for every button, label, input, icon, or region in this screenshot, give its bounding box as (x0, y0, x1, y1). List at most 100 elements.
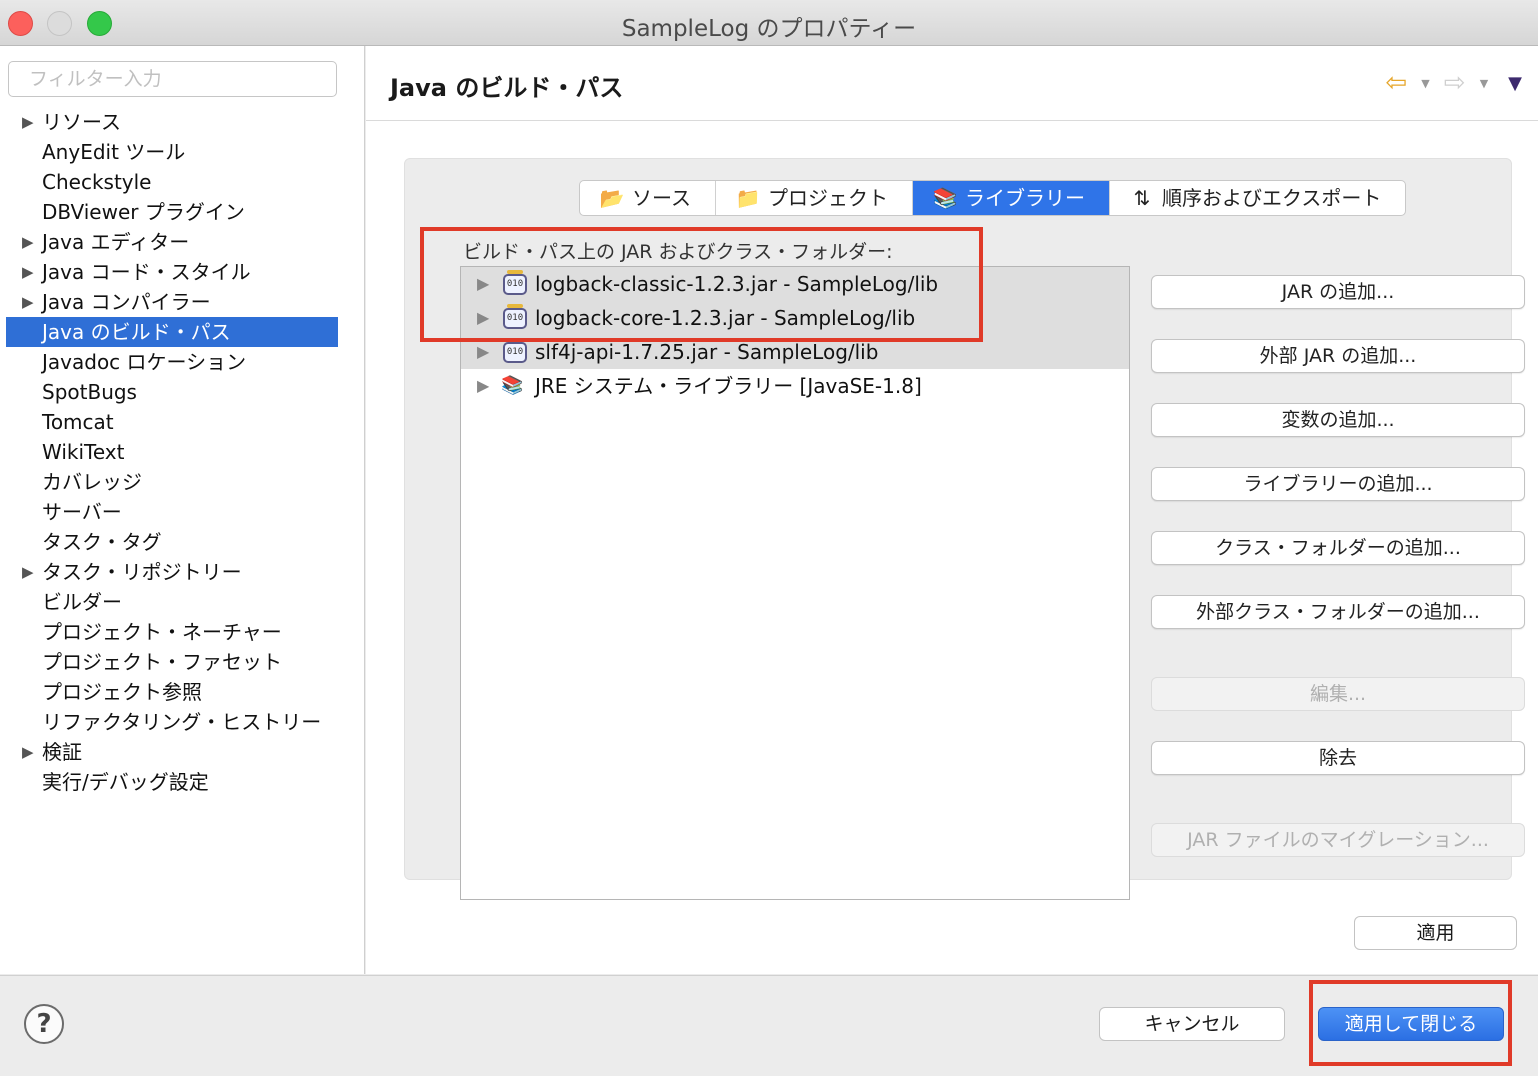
sidebar-item-label: DBViewer プラグイン (42, 200, 245, 224)
add-variable-button[interactable]: 変数の追加... (1151, 403, 1525, 437)
sidebar-item-java-code-style[interactable]: ▶ Java コード・スタイル (6, 257, 338, 287)
order-export-icon: ⇅ (1133, 186, 1151, 210)
source-folder-icon: 📂 (599, 186, 625, 210)
sidebar-item-anyedit[interactable]: AnyEdit ツール (6, 137, 338, 167)
page-title: Java のビルド・パス (390, 74, 624, 102)
jar-icon: 010 (503, 338, 527, 363)
back-arrow-icon[interactable]: ⇦ (1381, 68, 1411, 98)
add-jar-button[interactable]: JAR の追加... (1151, 275, 1525, 309)
sidebar-item-label: 検証 (42, 740, 82, 764)
sidebar-item-project-natures[interactable]: プロジェクト・ネーチャー (6, 617, 338, 647)
jre-library-icon: 📚 (501, 375, 524, 396)
page-header: Java のビルド・パス ⇦ ▼ ⇨ ▼ ▼ (366, 46, 1538, 121)
sidebar-item-label: Java コード・スタイル (42, 260, 251, 284)
sidebar-item-project-facets[interactable]: プロジェクト・ファセット (6, 647, 338, 677)
edit-button[interactable]: 編集... (1151, 677, 1525, 711)
add-class-folder-button[interactable]: クラス・フォルダーの追加... (1151, 531, 1525, 565)
sidebar-item-label: サーバー (42, 500, 122, 524)
forward-arrow-icon[interactable]: ⇨ (1440, 68, 1470, 98)
sidebar-item-label: カバレッジ (42, 470, 142, 494)
tab-label: 順序およびエクスポート (1162, 186, 1382, 210)
cancel-button[interactable]: キャンセル (1099, 1007, 1285, 1041)
sidebar-item-run-debug-settings[interactable]: 実行/デバッグ設定 (6, 767, 338, 797)
sidebar-item-wikitext[interactable]: WikiText (6, 437, 338, 467)
sidebar-item-label: 実行/デバッグ設定 (42, 770, 209, 794)
sidebar-item-spotbugs[interactable]: SpotBugs (6, 377, 338, 407)
expand-arrow-icon[interactable]: ▶ (22, 287, 34, 317)
dialog-footer: ? キャンセル 適用して閉じる (0, 975, 1538, 1076)
list-item-label: slf4j-api-1.7.25.jar - SampleLog/lib (535, 340, 879, 364)
expand-arrow-icon[interactable]: ▶ (22, 257, 34, 287)
sidebar-item-dbviewer[interactable]: DBViewer プラグイン (6, 197, 338, 227)
sidebar-item-label: Checkstyle (42, 170, 152, 194)
sidebar-item-task-repository[interactable]: ▶ タスク・リポジトリー (6, 557, 338, 587)
sidebar: ▶ リソース AnyEdit ツール Checkstyle DBViewer プラ… (0, 46, 365, 974)
expand-arrow-icon[interactable]: ▶ (22, 557, 34, 587)
add-library-button[interactable]: ライブラリーの追加... (1151, 467, 1525, 501)
sidebar-item-label: SpotBugs (42, 380, 137, 404)
sidebar-item-label: AnyEdit ツール (42, 140, 186, 164)
help-icon[interactable]: ? (24, 1004, 64, 1044)
expand-arrow-icon[interactable]: ▶ (22, 737, 34, 767)
sidebar-item-checkstyle[interactable]: Checkstyle (6, 167, 338, 197)
sidebar-item-label: WikiText (42, 440, 125, 464)
sidebar-item-java-build-path[interactable]: Java のビルド・パス (6, 317, 338, 347)
preference-tree: ▶ リソース AnyEdit ツール Checkstyle DBViewer プラ… (6, 107, 338, 797)
sidebar-item-label: ビルダー (42, 590, 122, 614)
sidebar-item-java-compiler[interactable]: ▶ Java コンパイラー (6, 287, 338, 317)
sidebar-item-resource[interactable]: ▶ リソース (6, 107, 338, 137)
view-menu-icon[interactable]: ▼ (1508, 73, 1522, 94)
sidebar-item-label: Java コンパイラー (42, 290, 211, 314)
expand-arrow-icon[interactable]: ▶ (22, 107, 34, 137)
remove-button[interactable]: 除去 (1151, 741, 1525, 775)
expand-arrow-icon[interactable]: ▶ (22, 227, 34, 257)
title-bar: SampleLog のプロパティー (0, 0, 1538, 46)
sidebar-item-refactoring-history[interactable]: リファクタリング・ヒストリー (6, 707, 338, 737)
sidebar-item-label: Javadoc ロケーション (42, 350, 247, 374)
tab-order-export[interactable]: ⇅ 順序およびエクスポート (1110, 181, 1405, 215)
library-icon: 📚 (932, 186, 958, 210)
tab-label: プロジェクト (768, 186, 888, 210)
sidebar-item-builders[interactable]: ビルダー (6, 587, 338, 617)
list-item-label: JRE システム・ライブラリー [JavaSE-1.8] (535, 374, 922, 398)
tab-bar: 📂 ソース 📁 プロジェクト 📚 ライブラリー ⇅ 順序およびエクスポート (579, 180, 1407, 216)
forward-dropdown-icon[interactable]: ▼ (1480, 77, 1488, 90)
add-external-jar-button[interactable]: 外部 JAR の追加... (1151, 339, 1525, 373)
library-list[interactable]: ▶ 010 logback-classic-1.2.3.jar - Sample… (460, 266, 1130, 900)
sidebar-item-tomcat[interactable]: Tomcat (6, 407, 338, 437)
annotation-highlight-jars (420, 227, 983, 342)
add-external-class-folder-button[interactable]: 外部クラス・フォルダーの追加... (1151, 595, 1525, 629)
sidebar-item-label: プロジェクト参照 (42, 680, 202, 704)
page-navigation: ⇦ ▼ ⇨ ▼ ▼ (1381, 68, 1522, 98)
expand-arrow-icon[interactable]: ▶ (477, 369, 489, 403)
sidebar-item-validation[interactable]: ▶ 検証 (6, 737, 338, 767)
tab-label: ライブラリー (965, 186, 1085, 210)
sidebar-item-label: Tomcat (42, 410, 114, 434)
list-item[interactable]: ▶ 📚 JRE システム・ライブラリー [JavaSE-1.8] (461, 369, 1129, 403)
sidebar-item-label: Java のビルド・パス (42, 320, 231, 344)
sidebar-item-coverage[interactable]: カバレッジ (6, 467, 338, 497)
migrate-jar-button[interactable]: JAR ファイルのマイグレーション... (1151, 823, 1525, 857)
sidebar-item-task-tags[interactable]: タスク・タグ (6, 527, 338, 557)
sidebar-item-label: プロジェクト・ファセット (42, 650, 282, 674)
tab-source[interactable]: 📂 ソース (580, 181, 716, 215)
apply-button[interactable]: 適用 (1354, 916, 1517, 950)
sidebar-item-label: Java エディター (42, 230, 190, 254)
sidebar-item-label: タスク・タグ (42, 530, 162, 554)
tab-label: ソース (632, 186, 691, 210)
filter-input[interactable] (8, 61, 337, 97)
tab-projects[interactable]: 📁 プロジェクト (716, 181, 913, 215)
sidebar-item-javadoc-location[interactable]: Javadoc ロケーション (6, 347, 338, 377)
sidebar-item-label: リファクタリング・ヒストリー (42, 710, 322, 734)
sidebar-item-label: プロジェクト・ネーチャー (42, 620, 282, 644)
sidebar-item-label: タスク・リポジトリー (42, 560, 242, 584)
tab-libraries[interactable]: 📚 ライブラリー (913, 181, 1110, 215)
project-folder-icon: 📁 (735, 186, 761, 210)
annotation-highlight-apply-close (1309, 980, 1512, 1066)
sidebar-item-project-references[interactable]: プロジェクト参照 (6, 677, 338, 707)
window-title: SampleLog のプロパティー (621, 16, 917, 42)
sidebar-item-java-editor[interactable]: ▶ Java エディター (6, 227, 338, 257)
sidebar-item-server[interactable]: サーバー (6, 497, 338, 527)
back-dropdown-icon[interactable]: ▼ (1421, 77, 1429, 90)
sidebar-item-label: リソース (42, 110, 121, 134)
